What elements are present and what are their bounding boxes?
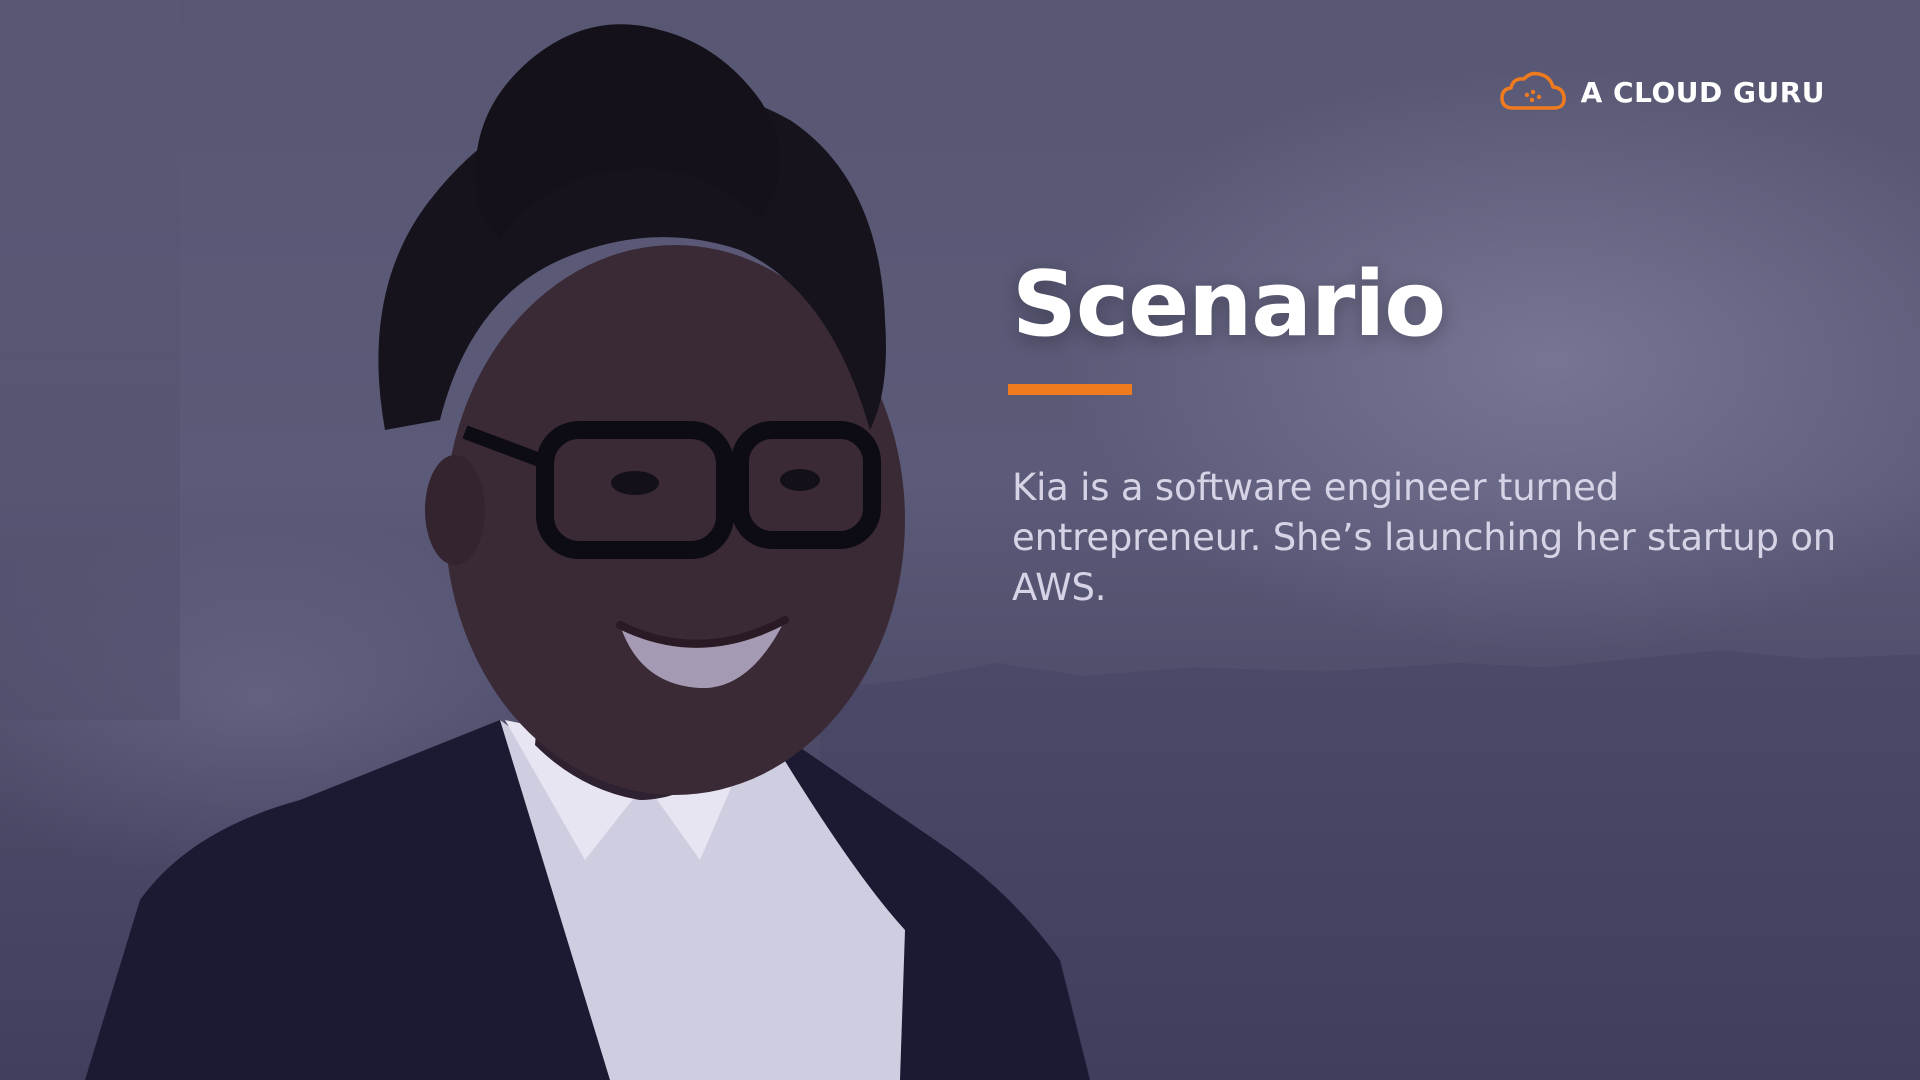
scenario-description: Kia is a software engineer turned entrep… [1012, 466, 1837, 609]
slide-content: Scenario Kia is a software engineer turn… [1008, 252, 1872, 613]
slide-title: Scenario [1012, 252, 1446, 357]
cloud-logo-icon [1499, 71, 1566, 110]
brand-logo: A CLOUD GURU [1497, 70, 1825, 116]
title-underline [1008, 384, 1132, 395]
presenter-photo [85, 24, 1090, 1080]
brand-name: A CLOUD GURU [1580, 76, 1825, 109]
